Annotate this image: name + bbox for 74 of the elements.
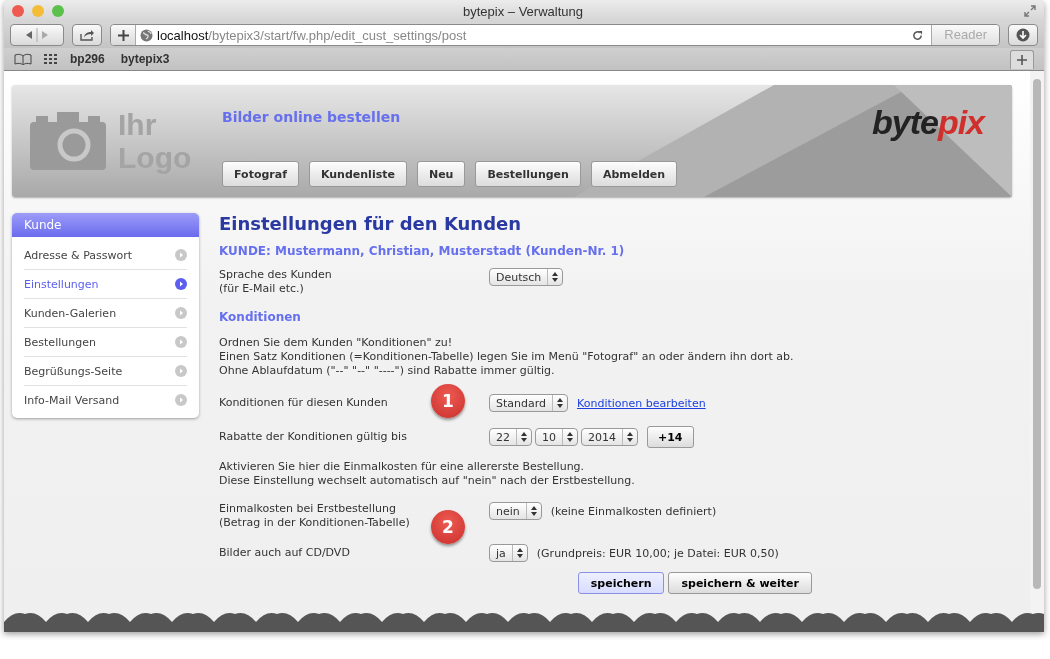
arrow-circle-icon [175, 249, 187, 261]
scrollbar-thumb[interactable] [1033, 79, 1041, 589]
info-text: Aktivieren Sie hier die Einmalkosten für eine allererste Bestellung. Diese Einstellung wechselt automatisch auf "nein" nach der Erstbestellung. [219, 460, 636, 488]
stepper-arrows-icon [530, 506, 537, 516]
field-label: Rabatte der Konditionen gültig bis [219, 430, 407, 444]
grid-icon[interactable] [44, 53, 58, 65]
select-dropdown[interactable]: 10 [535, 428, 578, 446]
bookmark-link[interactable]: bp296 [70, 52, 105, 66]
stepper-arrows-icon [627, 432, 633, 442]
url-host: localhost [157, 27, 209, 43]
section-heading: Konditionen [219, 310, 302, 324]
page-title: Einstellungen für den Kunden [219, 213, 523, 234]
arrow-circle-icon [175, 336, 187, 348]
field-label: Konditionen für diesen Kunden [219, 396, 388, 410]
stepper-arrows-icon [557, 398, 564, 408]
sidebar-item[interactable]: Einstellungen [24, 270, 187, 299]
sidebar-item[interactable]: Bestellungen [24, 328, 187, 357]
nav-button[interactable]: Fotograf [222, 161, 299, 187]
sidebar-item[interactable]: Adresse & Passwort [24, 241, 187, 270]
new-tab-button[interactable] [1010, 49, 1034, 69]
arrow-circle-icon [175, 307, 187, 319]
nav-button[interactable]: Kundenliste [308, 161, 407, 187]
bookmark-link[interactable]: bytepix3 [120, 52, 170, 66]
select-dropdown[interactable]: 2014 [581, 428, 638, 446]
arrow-circle-icon [175, 278, 187, 290]
share-icon [79, 29, 95, 41]
book-icon[interactable] [14, 53, 32, 65]
arrow-circle-icon [175, 394, 187, 406]
download-icon [1016, 28, 1030, 42]
sidebar-item[interactable]: Kunden-Galerien [24, 299, 187, 328]
select-dropdown[interactable]: Standard [489, 394, 569, 412]
fullscreen-icon[interactable] [1024, 5, 1036, 17]
globe-icon [140, 28, 153, 42]
nav-button[interactable]: Neu [416, 161, 466, 187]
back-forward-buttons[interactable] [10, 24, 64, 46]
edit-link[interactable]: Konditionen bearbeiten [577, 396, 706, 410]
stepper-arrows-icon [521, 432, 527, 442]
download-button[interactable] [1008, 24, 1038, 46]
add-days-button[interactable]: +14 [647, 426, 694, 448]
stepper-arrows-icon [567, 432, 573, 442]
field-label: Bilder auch auf CD/DVD [219, 546, 350, 560]
address-bar[interactable]: localhost/bytepix3/start/fw.php/edit_cust_settings/post Reader [110, 24, 1000, 46]
select-dropdown[interactable]: nein [489, 502, 542, 520]
arrow-circle-icon [175, 365, 187, 377]
save-button[interactable]: speichern [577, 572, 665, 594]
sidebar-item[interactable]: Begrüßungs-Seite [24, 357, 187, 386]
brand-logo: bytepix [871, 102, 987, 143]
stepper-arrows-icon [552, 272, 559, 282]
close-button[interactable] [12, 5, 24, 17]
window-title: bytepix – Verwaltung [462, 3, 584, 19]
add-bookmark-icon[interactable] [111, 25, 136, 45]
plus-icon [1017, 54, 1027, 65]
share-button[interactable] [72, 24, 102, 46]
select-dropdown[interactable]: 22 [489, 428, 532, 446]
nav-button[interactable]: Abmelden [590, 161, 678, 187]
url-path: /bytepix3/start/fw.php/edit_cust_settings/post [208, 27, 467, 43]
reload-icon[interactable] [912, 29, 924, 41]
field-label: Sprache des Kunden (für E-Mail etc.) [219, 268, 332, 296]
tagline: Bilder online bestellen [222, 109, 402, 125]
hint-text: (Grundpreis: EUR 10,00; je Datei: EUR 0,50) [536, 546, 779, 560]
step-number-badge: 1 [431, 384, 465, 418]
hint-text: (keine Einmalkosten definiert) [550, 504, 717, 518]
sidebar-item[interactable]: Info-Mail Versand [24, 386, 187, 414]
save-button[interactable]: speichern & weiter [668, 572, 812, 594]
sidebar-title: Kunde [12, 213, 199, 237]
camera-icon [30, 112, 106, 170]
select-dropdown[interactable]: Deutsch [489, 268, 564, 286]
info-text: Ordnen Sie dem Kunden "Konditionen" zu! Einen Satz Konditionen (=Konditionen-Tabelle) legen Sie im Menü "Fotograf" an oder ändern ihn dort ab. Ohne Ablaufdatum ("--" "--" "----") sind Rabatte immer gültig. [219, 336, 795, 378]
stepper-arrows-icon [516, 548, 523, 558]
nav-button[interactable]: Bestellungen [475, 161, 581, 187]
customer-heading: KUNDE: Mustermann, Christian, Musterstadt (Kunden-Nr. 1) [219, 244, 626, 258]
select-dropdown[interactable]: ja [489, 544, 528, 562]
field-label: Einmalkosten bei Erstbestellung (Betrag in der Konditionen-Tabelle) [219, 502, 410, 530]
step-number-badge: 2 [431, 510, 465, 544]
